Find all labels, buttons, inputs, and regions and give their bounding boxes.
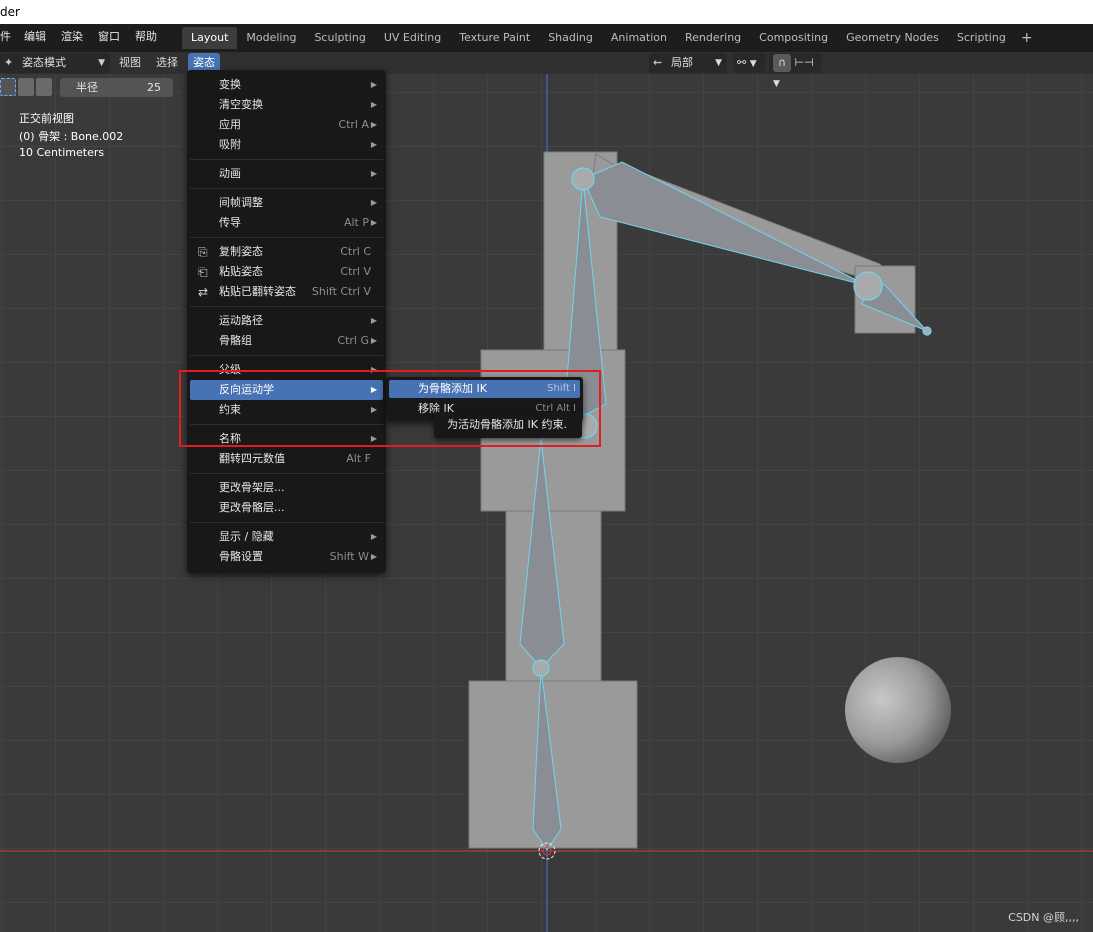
menu-edit[interactable]: 编辑: [24, 24, 46, 52]
menu-item-in-betweens[interactable]: 间帧调整 ▶: [190, 193, 383, 213]
chevron-down-icon: ▼: [773, 79, 780, 89]
pose-menu: 变换 ▶ 清空变换 ▶ 应用 Ctrl A ▶ 吸附 ▶ 动画 ▶ 间帧调整 ▶ 传导 Alt …: [187, 70, 386, 573]
copy-icon: ⎘: [198, 245, 208, 259]
link-icon: ⚯: [737, 56, 747, 69]
magnet-icon[interactable]: ∩: [773, 54, 791, 72]
workspace-tabs: Layout Modeling Sculpting UV Editing Tex…: [182, 27, 1033, 49]
menu-item-change-armature-layers[interactable]: 更改骨架层...: [190, 478, 383, 498]
menu-select[interactable]: 选择: [151, 53, 183, 73]
menu-item-transform[interactable]: 变换 ▶: [190, 75, 383, 95]
chevron-down-icon: ▼: [749, 59, 757, 69]
highlight-box: [179, 370, 601, 447]
3d-viewport[interactable]: 正交前视图 (0) 骨架 : Bone.002 10 Centimeters: [0, 74, 1093, 932]
tab-rendering[interactable]: Rendering: [676, 27, 750, 49]
radius-value: 25: [147, 81, 161, 94]
menu-render[interactable]: 渲染: [61, 24, 83, 52]
menu-item-show-hide[interactable]: 显示 / 隐藏 ▶: [190, 527, 383, 547]
menu-item-apply[interactable]: 应用 Ctrl A ▶: [190, 115, 383, 135]
mode-label: 姿态模式: [22, 56, 66, 69]
view-name-label: 正交前视图: [19, 112, 74, 125]
tab-compositing[interactable]: Compositing: [750, 27, 837, 49]
menu-item-change-bone-layers[interactable]: 更改骨骼层...: [190, 498, 383, 518]
add-workspace-button[interactable]: +: [1015, 27, 1033, 49]
tab-uv-editing[interactable]: UV Editing: [375, 27, 450, 49]
paste-icon: ⎗: [198, 265, 208, 279]
menu-separator: [190, 355, 383, 356]
menu-separator: [190, 188, 383, 189]
pivot-dropdown[interactable]: ⇜ 局部 ▼: [649, 53, 727, 73]
menu-item-snap[interactable]: 吸附 ▶: [190, 135, 383, 155]
tab-layout[interactable]: Layout: [182, 27, 238, 49]
pivot-icon: ⇜: [653, 56, 663, 69]
menu-item-clear-transform[interactable]: 清空变换 ▶: [190, 95, 383, 115]
menu-separator: [190, 473, 383, 474]
menu-view[interactable]: 视图: [114, 53, 146, 73]
tab-texture-paint[interactable]: Texture Paint: [450, 27, 539, 49]
menu-item-paste-flipped[interactable]: ⇄ 粘贴已翻转姿态 Shift Ctrl V: [190, 282, 383, 302]
joint-1: [532, 659, 550, 677]
scene-canvas: [0, 74, 1093, 932]
joint-4: [853, 271, 883, 301]
bone-003: [582, 161, 869, 287]
menu-help[interactable]: 帮助: [135, 24, 157, 52]
select-box-extend-icon[interactable]: [18, 78, 34, 96]
pose-mode-icon: ✦: [4, 56, 14, 69]
menu-item-motion-paths[interactable]: 运动路径 ▶: [190, 311, 383, 331]
chevron-down-icon: ▼: [715, 58, 722, 68]
menu-window[interactable]: 窗口: [98, 24, 120, 52]
tab-scripting[interactable]: Scripting: [948, 27, 1015, 49]
radius-label: 半径: [76, 81, 98, 94]
window-titlebar: der: [0, 0, 1093, 24]
menu-item-bone-settings[interactable]: 骨骼设置 Shift W ▶: [190, 547, 383, 567]
snap-dropdown[interactable]: ⚯ ▼: [733, 53, 765, 73]
proportional-icon[interactable]: ⊢⊣: [795, 56, 814, 69]
select-box-subtract-icon[interactable]: [36, 78, 52, 96]
watermark: CSDN @顾,,,,: [1008, 911, 1079, 924]
menu-separator: [190, 522, 383, 523]
joint-tip: [922, 326, 932, 336]
menu-item-bone-groups[interactable]: 骨骼组 Ctrl G ▶: [190, 331, 383, 351]
tab-modeling[interactable]: Modeling: [237, 27, 305, 49]
menu-item-animation[interactable]: 动画 ▶: [190, 164, 383, 184]
menu-item-copy-pose[interactable]: ⎘ 复制姿态 Ctrl C: [190, 242, 383, 262]
mode-dropdown[interactable]: ✦ 姿态模式 ▼: [0, 53, 110, 73]
active-object-label: (0) 骨架 : Bone.002: [19, 130, 124, 143]
menu-separator: [190, 237, 383, 238]
chevron-down-icon: ▼: [98, 58, 105, 68]
select-box-new-icon[interactable]: [0, 78, 16, 96]
sphere-object: [845, 657, 951, 763]
menu-file[interactable]: 件: [0, 24, 11, 52]
pivot-label: 局部: [671, 56, 693, 69]
paste-flipped-icon: ⇄: [198, 285, 209, 299]
tab-shading[interactable]: Shading: [539, 27, 602, 49]
proportional-group[interactable]: ∩ ⊢⊣ ▼: [769, 53, 821, 89]
top-menubar: 件 编辑 渲染 窗口 帮助 Layout Modeling Sculpting …: [0, 24, 1093, 52]
menu-item-flip-quaternions[interactable]: 翻转四元数值 Alt F: [190, 449, 383, 469]
tool-settings: 半径 25: [0, 76, 180, 100]
tab-geometry-nodes[interactable]: Geometry Nodes: [837, 27, 948, 49]
menu-separator: [190, 159, 383, 160]
menu-separator: [190, 306, 383, 307]
viewport-header: ✦ 姿态模式 ▼ 视图 选择 姿态 ⇜ 局部 ▼ ⚯ ▼ ∩ ⊢⊣ ▼: [0, 52, 1093, 89]
radius-field[interactable]: 半径 25: [60, 78, 173, 97]
joint-3: [571, 167, 595, 191]
scale-label: 10 Centimeters: [19, 146, 105, 159]
tab-animation[interactable]: Animation: [602, 27, 676, 49]
menu-item-propagate[interactable]: 传导 Alt P ▶: [190, 213, 383, 233]
window-title: der: [0, 5, 20, 19]
tab-sculpting[interactable]: Sculpting: [305, 27, 374, 49]
menu-item-paste-pose[interactable]: ⎗ 粘贴姿态 Ctrl V: [190, 262, 383, 282]
